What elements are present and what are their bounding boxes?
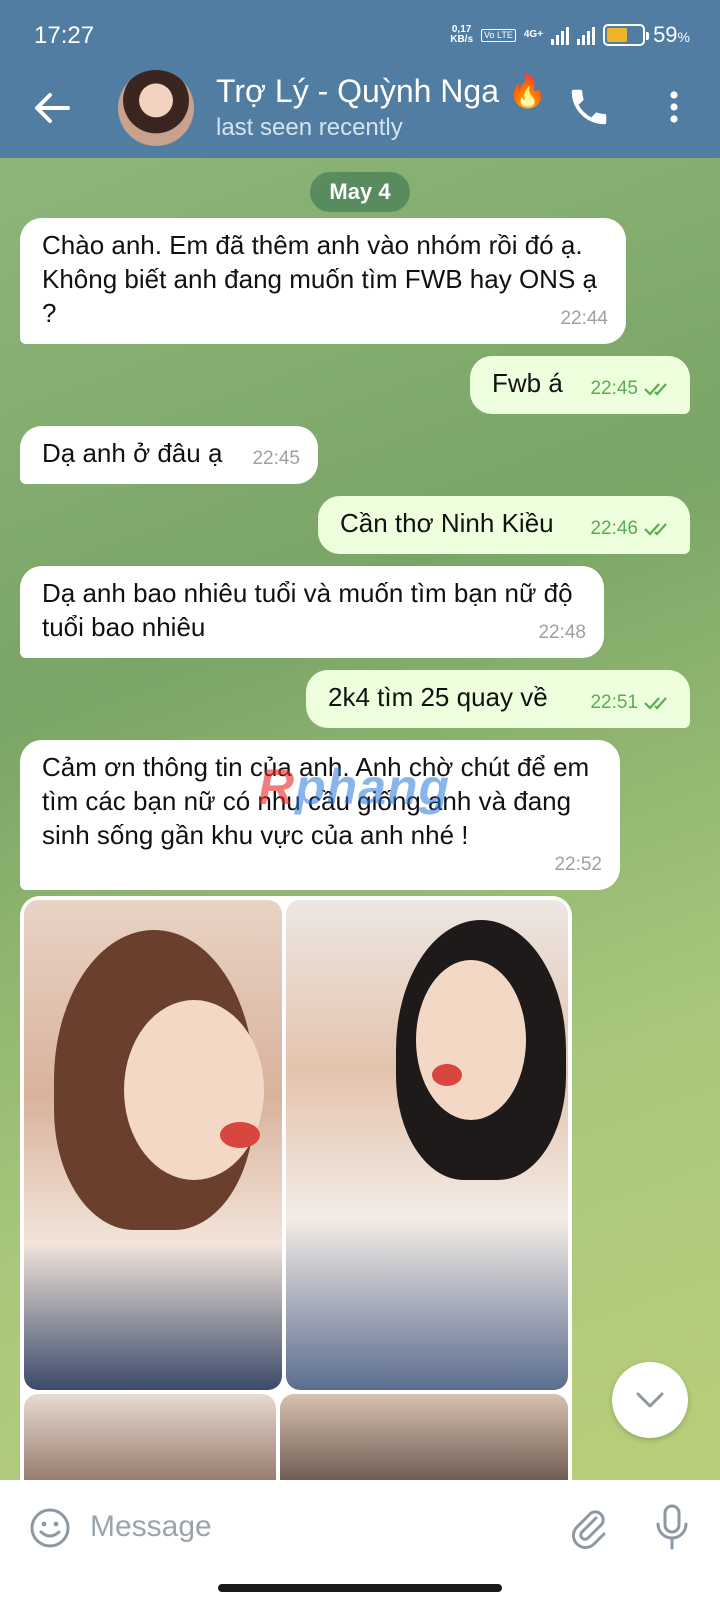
battery-icon <box>603 24 650 46</box>
message-time: 22:51 <box>590 686 672 720</box>
status-icons: 0,17 KB/s Vo LTE 4G+ 59% <box>450 22 690 48</box>
more-options-button[interactable] <box>656 84 692 130</box>
photo-album[interactable] <box>20 896 572 1480</box>
phone-icon <box>571 89 607 125</box>
network-speed: 0,17 KB/s <box>450 24 474 45</box>
message-time: 22:48 <box>538 622 586 643</box>
home-indicator <box>218 1584 502 1592</box>
avatar[interactable] <box>118 70 194 146</box>
battery-percent: 59% <box>653 22 690 47</box>
message-time: 22:45 <box>590 372 672 406</box>
photo[interactable] <box>24 1394 276 1480</box>
date-chip: May 4 <box>310 172 410 212</box>
volte-icon: Vo LTE <box>481 28 516 42</box>
message-text: Chào anh. Em đã thêm anh vào nhóm rồi đó… <box>42 230 597 328</box>
chat-subtitle: last seen recently <box>216 114 403 141</box>
scroll-down-button[interactable] <box>612 1362 688 1438</box>
message-time: 22:45 <box>252 448 300 469</box>
more-vertical-icon <box>670 91 678 123</box>
message-input-bar <box>0 1480 720 1600</box>
status-time: 17:27 <box>34 22 95 49</box>
photo[interactable] <box>286 900 568 1390</box>
message-time: 22:46 <box>590 512 672 546</box>
back-button[interactable] <box>28 84 76 132</box>
message-text: Dạ anh bao nhiêu tuổi và muốn tìm bạn nữ… <box>42 578 573 642</box>
signal-icon <box>551 25 570 45</box>
battery-level <box>607 28 628 42</box>
message-outgoing[interactable]: 2k4 tìm 25 quay về 22:51 <box>306 670 690 728</box>
message-input[interactable] <box>90 1502 530 1552</box>
watermark-logo: Rphang <box>258 759 451 815</box>
chevron-down-icon <box>636 1392 664 1408</box>
message-outgoing[interactable]: Fwb á 22:45 <box>470 356 690 414</box>
attach-button[interactable] <box>566 1504 612 1550</box>
chat-header: Trợ Lý - Quỳnh Nga 🔥 last seen recently <box>0 66 720 158</box>
microphone-icon <box>656 1504 688 1550</box>
message-incoming[interactable]: Chào anh. Em đã thêm anh vào nhóm rồi đó… <box>20 218 626 344</box>
message-time: 22:52 <box>554 854 602 875</box>
voice-message-button[interactable] <box>652 1502 692 1552</box>
message-outgoing[interactable]: Cần thơ Ninh Kiều 22:46 <box>318 496 690 554</box>
arrow-left-icon <box>35 93 70 123</box>
status-bar: 17:27 0,17 KB/s Vo LTE 4G+ 59% <box>0 0 720 72</box>
smiley-icon <box>30 1508 70 1548</box>
emoji-button[interactable] <box>28 1506 72 1550</box>
chat-title[interactable]: Trợ Lý - Quỳnh Nga 🔥 <box>216 72 548 110</box>
double-check-icon <box>644 523 667 536</box>
chat-area[interactable]: May 4 Chào anh. Em đã thêm anh vào nhóm … <box>0 158 720 1480</box>
double-check-icon <box>644 697 667 710</box>
photo[interactable] <box>280 1394 568 1480</box>
network-type: 4G+ <box>523 29 544 40</box>
paperclip-icon <box>572 1510 606 1549</box>
photo[interactable] <box>24 900 282 1390</box>
message-time: 22:44 <box>560 308 608 329</box>
call-button[interactable] <box>566 84 612 130</box>
top-bar: 17:27 0,17 KB/s Vo LTE 4G+ 59% Trợ Lý - … <box>0 0 720 158</box>
signal-icon-2 <box>577 25 596 45</box>
message-incoming[interactable]: Dạ anh bao nhiêu tuổi và muốn tìm bạn nữ… <box>20 566 604 658</box>
double-check-icon <box>644 383 667 396</box>
message-incoming[interactable]: Dạ anh ở đâu ạ 22:45 <box>20 426 318 484</box>
